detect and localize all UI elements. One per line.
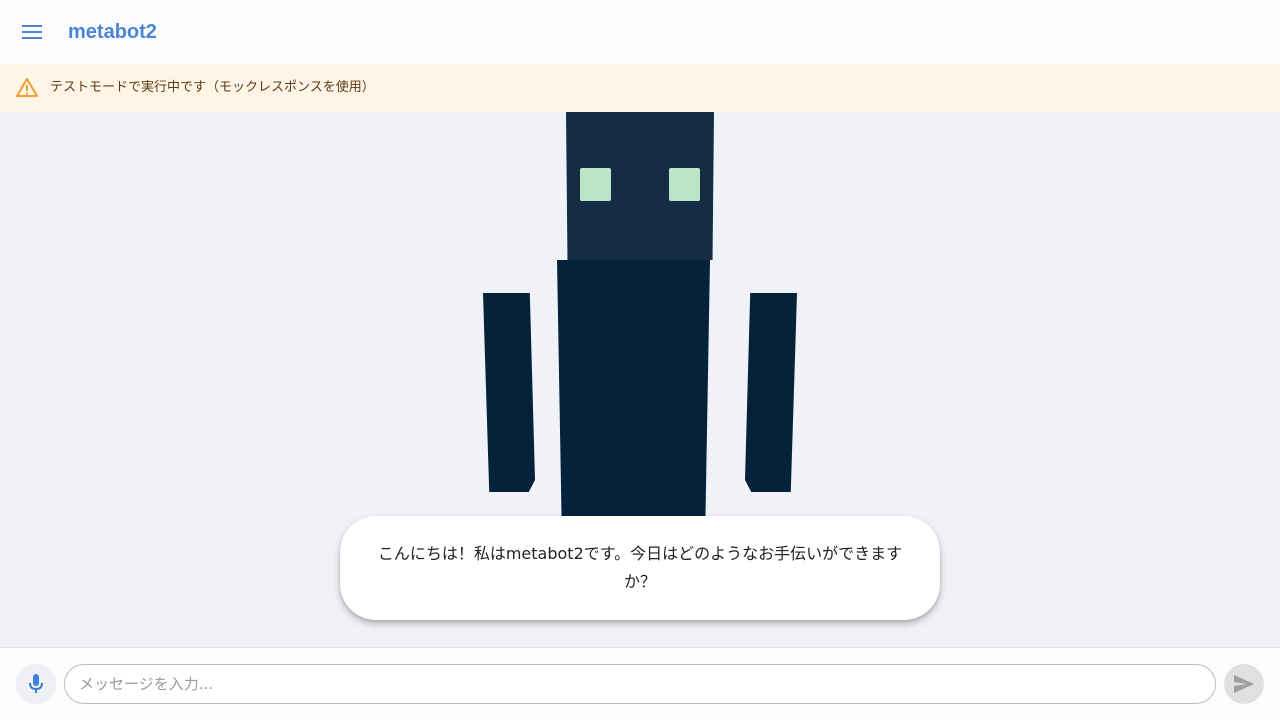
menu-button[interactable] — [12, 12, 52, 52]
microphone-icon — [29, 674, 43, 693]
send-button[interactable] — [1224, 664, 1264, 704]
robot-left-eye — [580, 168, 611, 201]
message-input[interactable] — [64, 664, 1216, 704]
send-icon — [1234, 675, 1254, 693]
banner-text: テストモードで実行中です（モックレスポンスを使用） — [50, 80, 375, 95]
app-title: metabot2 — [68, 21, 157, 43]
robot-left-arm — [483, 293, 535, 492]
robot-body — [557, 260, 710, 520]
hamburger-menu-icon — [22, 25, 42, 39]
speech-bubble: こんにちは！私はmetabot2です。今日はどのようなお手伝いができますか？ — [340, 516, 940, 620]
app-bar: metabot2 — [0, 0, 1280, 64]
robot-right-eye — [669, 168, 700, 201]
warning-icon — [16, 78, 38, 97]
robot-right-arm — [745, 293, 797, 492]
microphone-button[interactable] — [16, 664, 56, 704]
speech-text: こんにちは！私はmetabot2です。今日はどのようなお手伝いができますか？ — [377, 544, 903, 591]
